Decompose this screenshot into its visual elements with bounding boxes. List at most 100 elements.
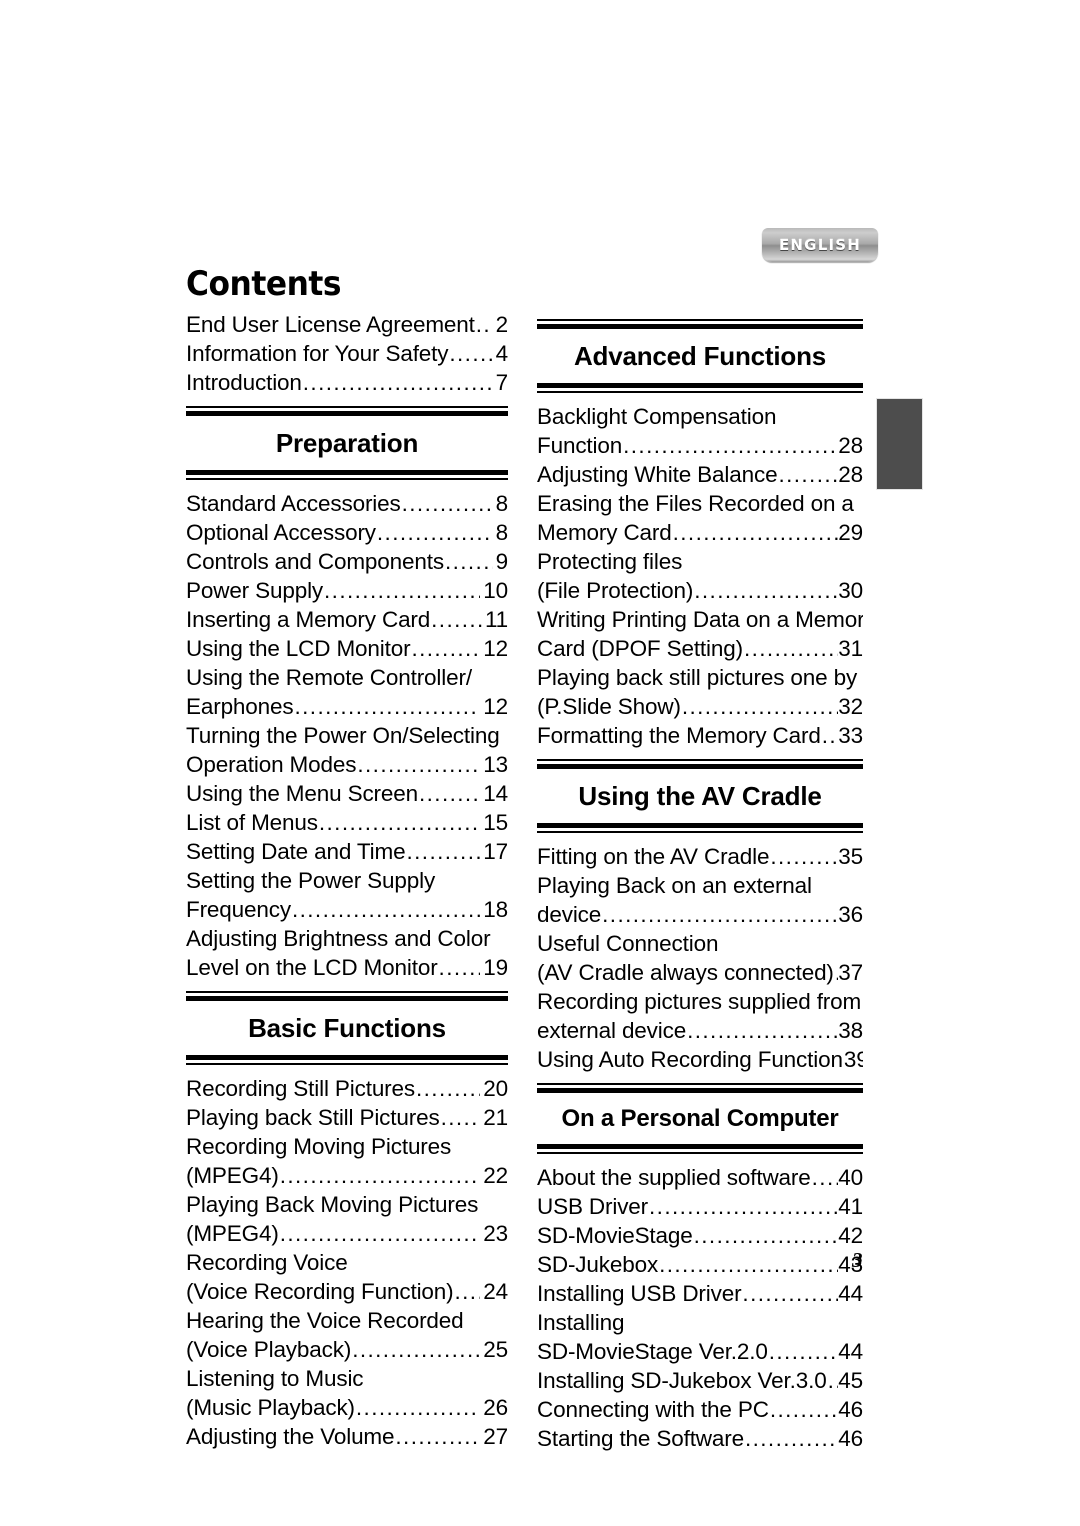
toc-entry[interactable]: SD-Jukebox..............................… <box>537 1250 863 1279</box>
toc-leader-dots: ........................................… <box>778 462 838 487</box>
toc-entry-label: Recording Voice <box>186 1250 348 1275</box>
toc-entry[interactable]: Turning the Power On/Selecting Operation … <box>186 721 508 779</box>
toc-page-number: 8 <box>495 491 508 516</box>
toc-entry[interactable]: Adjusting White Balance.................… <box>537 460 863 489</box>
toc-entry[interactable]: Installing SD-Jukebox Ver.3.0...........… <box>537 1366 863 1395</box>
toc-entry[interactable]: Playing back Still Pictures.............… <box>186 1103 508 1132</box>
document-page: ENGLISH Contents End User License Agreem… <box>0 0 1080 1526</box>
toc-leader-dots: ........................................… <box>418 781 481 806</box>
toc-entry[interactable]: Playing Back Moving Pictures (MPEG4).....… <box>186 1190 508 1248</box>
toc-entry[interactable]: Using Auto Recording Function...........… <box>537 1045 863 1074</box>
toc-entry[interactable]: Connecting with the PC..................… <box>537 1395 863 1424</box>
toc-leader-dots: ........................................… <box>454 1279 481 1304</box>
toc-entry[interactable]: Introduction............................… <box>186 368 508 397</box>
toc-page-number: 20 <box>483 1076 508 1101</box>
toc-entry[interactable]: Standard Accessories....................… <box>186 489 508 518</box>
toc-entry[interactable]: Protecting files (File Protection).......… <box>537 547 863 605</box>
toc-leader-dots: ........................................… <box>294 694 481 719</box>
toc-entry[interactable]: Useful Connection (AV Cradle always conne… <box>537 929 863 987</box>
section-rule-bottom <box>537 823 863 833</box>
toc-leader-dots: ........................................… <box>770 844 839 869</box>
toc-entry[interactable]: Installing SD-MovieStage Ver.2.0.........… <box>537 1308 863 1366</box>
toc-page-number: 42 <box>838 1223 863 1248</box>
toc-entry[interactable]: Inserting a Memory Card.................… <box>186 605 508 634</box>
toc-leader-dots: ........................................… <box>440 1105 481 1130</box>
toc-entry[interactable]: Adjusting the Volume....................… <box>186 1422 508 1451</box>
toc-entry[interactable]: Setting the Power Supply Frequency.......… <box>186 866 508 924</box>
toc-page-number: 29 <box>838 520 863 545</box>
toc-page-number: 22 <box>483 1163 508 1188</box>
toc-entry[interactable]: Writing Printing Data on a Memory Card (D… <box>537 605 863 663</box>
toc-entry-label: List of Menus <box>186 810 318 835</box>
toc-page-number: 45 <box>838 1368 863 1393</box>
toc-entry[interactable]: USB Driver..............................… <box>537 1192 863 1221</box>
toc-entry-label: (MPEG4) <box>186 1221 279 1246</box>
toc-entry[interactable]: Backlight Compensation Function..........… <box>537 402 863 460</box>
toc-entry-label: Turning the Power On/Selecting <box>186 723 500 748</box>
toc-leader-dots: ........................................… <box>406 839 480 864</box>
toc-entry-label: SD-MovieStage <box>537 1223 693 1248</box>
toc-entry[interactable]: Adjusting Brightness and Color Level on t… <box>186 924 508 982</box>
toc-leader-dots: ........................................… <box>355 1395 480 1420</box>
toc-leader-dots: ........................................… <box>602 902 839 927</box>
toc-entry[interactable]: Using the Menu Screen...................… <box>186 779 508 808</box>
toc-leader-dots: ........................................… <box>324 578 480 603</box>
toc-entry-label: Erasing the Files Recorded on a <box>537 491 854 516</box>
toc-entry[interactable]: Controls and Components.................… <box>186 547 508 576</box>
toc-entry[interactable]: SD-MovieStage...........................… <box>537 1221 863 1250</box>
toc-entry[interactable]: Recording Still Pictures................… <box>186 1074 508 1103</box>
toc-leader-dots: ........................................… <box>768 1339 839 1364</box>
toc-entry[interactable]: Power Supply............................… <box>186 576 508 605</box>
toc-entry[interactable]: Playing back still pictures one by one (P… <box>537 663 863 721</box>
toc-entry[interactable]: Formatting the Memory Card..............… <box>537 721 863 750</box>
toc-entry[interactable]: Optional Accessory......................… <box>186 518 508 547</box>
toc-entry[interactable]: Setting Date and Time...................… <box>186 837 508 866</box>
toc-entry-label: Earphones <box>186 694 294 719</box>
toc-leader-dots: ........................................… <box>649 1194 839 1219</box>
toc-entry[interactable]: About the supplied software.............… <box>537 1163 863 1192</box>
toc-entry[interactable]: Listening to Music (Music Playback)......… <box>186 1364 508 1422</box>
toc-entry[interactable]: Fitting on the AV Cradle................… <box>537 842 863 871</box>
toc-entry[interactable]: Information for Your Safety.............… <box>186 339 508 368</box>
toc-entry[interactable]: End User License Agreement..............… <box>186 310 508 339</box>
toc-page-number: 30 <box>838 578 863 603</box>
toc-entry[interactable]: Using the Remote Controller/Earphones...… <box>186 663 508 721</box>
toc-entry[interactable]: Recording pictures supplied from an exter… <box>537 987 863 1045</box>
toc-entry[interactable]: List of Menus...........................… <box>186 808 508 837</box>
toc-entry-label: device <box>537 902 602 927</box>
toc-section: Using the AV Cradle Fitting on the AV Cra… <box>537 750 863 1074</box>
toc-entry-label: (Voice Playback) <box>186 1337 352 1362</box>
toc-entry[interactable]: Recording Voice (Voice Recording Function… <box>186 1248 508 1306</box>
toc-entry-label: Installing <box>537 1310 625 1335</box>
toc-page-number: 44 <box>838 1281 863 1306</box>
toc-entry[interactable]: Playing Back on an external device.......… <box>537 871 863 929</box>
toc-entry-label: Playing back still pictures one by one <box>537 665 863 690</box>
toc-page-number: 37 <box>838 960 863 985</box>
toc-page-number: 36 <box>838 902 863 927</box>
toc-leader-dots: ........................................… <box>769 1397 839 1422</box>
toc-entry[interactable]: Hearing the Voice Recorded (Voice Playbac… <box>186 1306 508 1364</box>
toc-page-number: 24 <box>483 1279 508 1304</box>
toc-entry-label: About the supplied software <box>537 1165 811 1190</box>
toc-entry[interactable]: Recording Moving Pictures (MPEG4)........… <box>186 1132 508 1190</box>
toc-entry-label: Playing Back on an external <box>537 873 812 898</box>
toc-leader-dots: ........................................… <box>431 607 482 632</box>
toc-entry[interactable]: Installing USB Driver...................… <box>537 1279 863 1308</box>
toc-leader-dots: ........................................… <box>623 433 838 458</box>
toc-entry[interactable]: Using the LCD Monitor...................… <box>186 634 508 663</box>
toc-page-number: 4 <box>495 341 508 366</box>
toc-entry-label: Setting Date and Time <box>186 839 406 864</box>
toc-entry-label: Playing Back Moving Pictures <box>186 1192 479 1217</box>
section-rule-top <box>537 1074 863 1093</box>
toc-leader-dots: ........................................… <box>744 1426 838 1451</box>
toc-entry[interactable]: Erasing the Files Recorded on a Memory Ca… <box>537 489 863 547</box>
toc-page-number: 9 <box>495 549 508 574</box>
toc-page-number: 25 <box>483 1337 508 1362</box>
toc-entry[interactable]: Starting the Software...................… <box>537 1424 863 1453</box>
toc-entry-label: Using Auto Recording Function <box>537 1047 843 1072</box>
toc-leader-dots: ........................................… <box>302 370 493 395</box>
toc-list-intro: End User License Agreement..............… <box>186 310 508 397</box>
section-rule-bottom <box>537 383 863 393</box>
toc-list: Recording Still Pictures................… <box>186 1065 508 1451</box>
toc-page-number: 39 <box>843 1047 863 1072</box>
